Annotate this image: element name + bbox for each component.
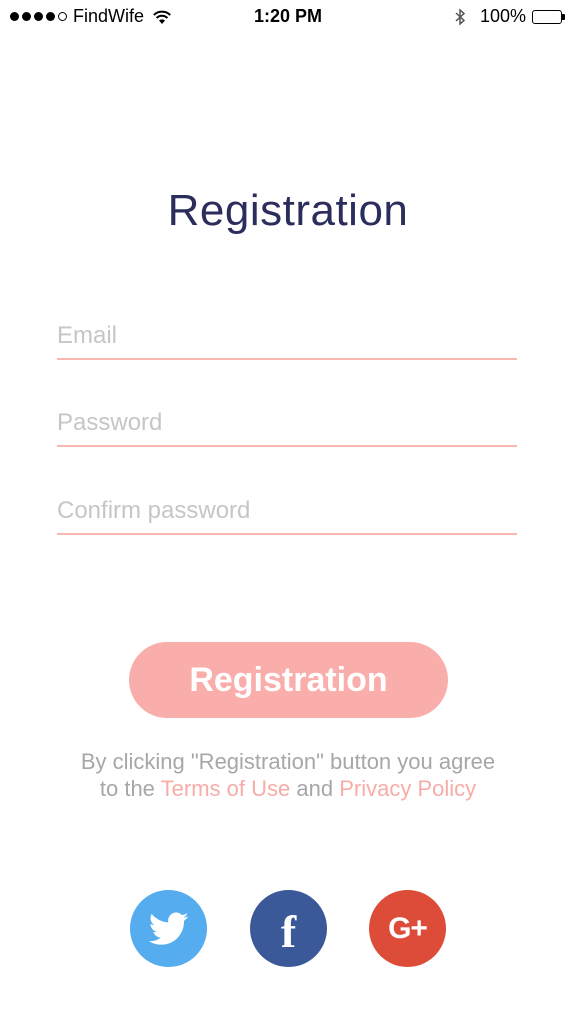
social-login: f G+ — [0, 890, 576, 968]
page-title: Registration — [167, 186, 409, 235]
confirm-password-field[interactable] — [57, 489, 517, 535]
email-field[interactable] — [57, 314, 517, 360]
facebook-login-button[interactable]: f — [250, 890, 327, 967]
battery-percent: 100% — [479, 6, 526, 26]
password-field[interactable] — [57, 401, 517, 447]
status-bar: FindWife 1:20 PM 100% — [0, 0, 576, 34]
google-plus-icon: G+ — [388, 911, 428, 945]
terms-line-1: By clicking "Registration" button you ag… — [80, 749, 496, 774]
terms-line-2: to the Terms of Use and Privacy Policy — [0, 775, 576, 802]
terms-of-use-link[interactable]: Terms of Use — [161, 776, 291, 801]
privacy-policy-link[interactable]: Privacy Policy — [339, 776, 476, 801]
status-right: 100% — [454, 6, 566, 27]
registration-button[interactable]: Registration — [129, 642, 448, 718]
battery-icon — [532, 9, 566, 24]
twitter-login-button[interactable] — [130, 890, 207, 967]
terms-and: and — [296, 776, 334, 801]
bluetooth-icon — [455, 7, 466, 26]
terms-notice: By clicking "Registration" button you ag… — [0, 748, 576, 802]
google-plus-login-button[interactable]: G+ — [369, 890, 446, 967]
twitter-bird-icon — [148, 912, 188, 945]
terms-to-the: to the — [99, 776, 155, 801]
facebook-icon: f — [280, 905, 297, 957]
